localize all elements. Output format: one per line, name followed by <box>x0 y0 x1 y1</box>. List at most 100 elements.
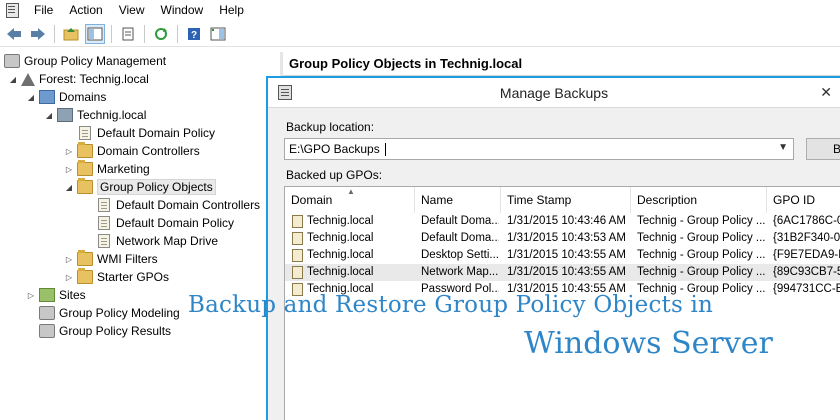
results-icon <box>39 324 55 338</box>
expand-arrow-icon[interactable]: ▷ <box>64 146 74 156</box>
tree-node-label: Default Domain Policy <box>116 216 235 230</box>
tree-node-gpo[interactable]: Network Map Drive <box>96 232 218 250</box>
cell-domain: Technig.local <box>307 232 374 244</box>
expand-arrow-icon[interactable]: ▷ <box>64 164 74 174</box>
svg-text:?: ? <box>191 30 197 41</box>
column-header-description[interactable]: Description <box>631 187 767 213</box>
close-icon[interactable]: ✕ <box>820 84 832 101</box>
gpo-backup-icon <box>292 266 303 279</box>
collapse-arrow-icon[interactable]: ◢ <box>44 110 54 120</box>
cell-domain: Technig.local <box>307 249 374 261</box>
properties-icon[interactable] <box>118 24 138 44</box>
collapse-arrow-icon[interactable]: ◢ <box>64 182 74 192</box>
column-header-time-stamp[interactable]: Time Stamp <box>501 187 631 213</box>
column-header-domain[interactable]: Domain ▲ <box>285 187 415 213</box>
sites-icon <box>39 288 55 302</box>
watermark-line-2: Windows Server <box>524 326 773 361</box>
menu-bar: File Action View Window Help <box>0 0 840 20</box>
column-label: GPO ID <box>773 193 816 207</box>
menu-action[interactable]: Action <box>61 0 110 20</box>
show-action-pane-icon[interactable] <box>208 24 228 44</box>
tree-node-domains[interactable]: ◢ Domains <box>26 88 106 106</box>
expand-arrow-icon[interactable]: ▷ <box>64 254 74 264</box>
expand-arrow-icon[interactable]: ▷ <box>26 290 36 300</box>
console-tree: Group Policy Management ◢ Forest: Techni… <box>0 52 268 420</box>
tree-node-default-domain-policy[interactable]: Default Domain Policy <box>77 124 215 142</box>
table-row[interactable]: Technig.local Desktop Setti... 1/31/2015… <box>285 247 840 264</box>
tree-node-label: Domains <box>59 90 107 104</box>
tree-node-wmi-filters[interactable]: ▷ WMI Filters <box>64 250 158 268</box>
table-row[interactable]: Technig.local Network Map... 1/31/2015 1… <box>285 264 840 281</box>
browse-button[interactable]: Browse... <box>806 138 840 160</box>
tree-node-domain[interactable]: ◢ Technig.local <box>44 106 146 124</box>
tree-node-results[interactable]: Group Policy Results <box>39 322 171 340</box>
tree-node-label: Default Domain Policy <box>97 126 216 140</box>
menu-view[interactable]: View <box>111 0 153 20</box>
column-header-name[interactable]: Name <box>415 187 501 213</box>
gpo-icon <box>98 216 110 230</box>
forward-arrow-icon[interactable] <box>28 24 48 44</box>
chevron-down-icon[interactable]: ▼ <box>778 142 788 153</box>
cell-domain: Technig.local <box>307 266 374 278</box>
cell-time-stamp: 1/31/2015 10:43:55 AM <box>507 266 626 278</box>
forest-icon <box>21 72 35 86</box>
expand-arrow-icon[interactable]: ▷ <box>64 272 74 282</box>
table-row[interactable]: Technig.local Default Doma... 1/31/2015 … <box>285 230 840 247</box>
show-hide-tree-icon[interactable] <box>85 23 105 44</box>
refresh-icon[interactable] <box>151 24 171 44</box>
tree-node-label: Network Map Drive <box>116 234 219 248</box>
cell-gpo-id: {6AC1786C-0 <box>773 215 840 227</box>
toolbar-separator <box>177 24 178 43</box>
backup-location-value[interactable]: E:\GPO Backups <box>289 142 380 156</box>
up-folder-icon[interactable] <box>61 24 81 44</box>
tree-node-modeling[interactable]: Group Policy Modeling <box>39 304 180 322</box>
modeling-icon <box>39 306 55 320</box>
tree-node-gpo[interactable]: Default Domain Controllers <box>96 196 260 214</box>
tree-node-forest[interactable]: ◢ Forest: Technig.local <box>8 70 149 88</box>
column-label: Domain <box>291 193 333 207</box>
menu-file[interactable]: File <box>26 0 61 20</box>
folder-icon <box>77 250 93 266</box>
dialog-titlebar[interactable]: Manage Backups ✕ <box>268 78 840 108</box>
gpo-backup-icon <box>292 232 303 245</box>
tree-node-label: Default Domain Controllers <box>116 198 261 212</box>
cell-name: Default Doma... <box>421 215 499 227</box>
results-pane-title: Group Policy Objects in Technig.local <box>289 56 523 71</box>
collapse-arrow-icon[interactable]: ◢ <box>8 74 18 84</box>
help-icon[interactable]: ? <box>184 24 204 44</box>
dialog-title: Manage Backups <box>499 85 609 101</box>
backup-location-combo[interactable]: E:\GPO Backups ▼ <box>284 138 794 160</box>
back-arrow-icon[interactable] <box>4 24 24 44</box>
tree-node-gpo[interactable]: Default Domain Policy <box>96 214 234 232</box>
cell-name: Network Map... <box>421 266 499 278</box>
domain-icon <box>57 108 73 122</box>
cell-name: Desktop Setti... <box>421 249 499 261</box>
gpo-link-icon <box>79 126 91 140</box>
tree-node-sites[interactable]: ▷ Sites <box>26 286 86 304</box>
column-label: Name <box>421 193 454 207</box>
column-header-gpo-id[interactable]: GPO ID <box>767 187 840 213</box>
folder-icon <box>77 178 93 194</box>
tree-node-starter-gpos[interactable]: ▷ Starter GPOs <box>64 268 169 286</box>
gpo-icon <box>98 234 110 248</box>
tree-node-domain-controllers[interactable]: ▷ Domain Controllers <box>64 142 200 160</box>
toolbar-separator <box>144 24 145 43</box>
cell-time-stamp: 1/31/2015 10:43:55 AM <box>507 249 626 261</box>
sort-ascending-icon: ▲ <box>347 187 355 196</box>
tree-node-label: Forest: Technig.local <box>39 72 149 86</box>
tree-node-marketing[interactable]: ▷ Marketing <box>64 160 150 178</box>
gpo-backup-icon <box>292 215 303 228</box>
table-row[interactable]: Technig.local Default Doma... 1/31/2015 … <box>285 213 840 230</box>
tree-node-group-policy-objects[interactable]: ◢ Group Policy Objects <box>64 178 216 196</box>
cell-description: Technig - Group Policy ... <box>637 266 766 278</box>
cell-gpo-id: {31B2F340-0 <box>773 232 840 244</box>
cell-time-stamp: 1/31/2015 10:43:46 AM <box>507 215 626 227</box>
domains-icon <box>39 90 55 104</box>
tree-node-label: Starter GPOs <box>97 270 170 284</box>
group-policy-management-icon <box>4 54 20 68</box>
menu-window[interactable]: Window <box>153 0 212 20</box>
cell-description: Technig - Group Policy ... <box>637 232 766 244</box>
menu-help[interactable]: Help <box>211 0 252 20</box>
tree-node-root[interactable]: Group Policy Management <box>4 52 166 70</box>
collapse-arrow-icon[interactable]: ◢ <box>26 92 36 102</box>
